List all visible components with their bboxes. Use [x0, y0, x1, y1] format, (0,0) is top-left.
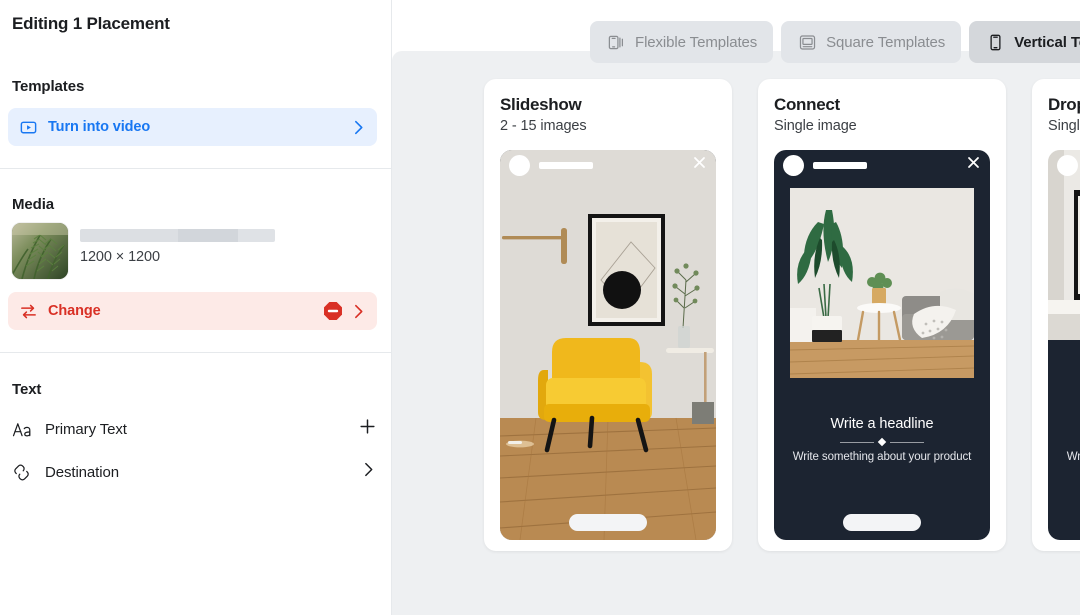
templates-section: Templates Turn into video: [0, 78, 391, 146]
preview-headline: Write a headline: [830, 416, 934, 432]
template-canvas: Flexible Templates Square Templates Vert…: [392, 0, 1080, 615]
close-icon[interactable]: [966, 155, 981, 175]
preview-copy: Write a headline Write something about y…: [774, 416, 990, 463]
turn-into-video-label: Turn into video: [48, 119, 151, 135]
vertical-phone-icon: [985, 32, 1005, 52]
tab-square-templates[interactable]: Square Templates: [781, 21, 962, 63]
page-title: Editing 1 Placement: [12, 14, 170, 33]
preview-body-text: Write something about your product: [792, 451, 972, 463]
text-item-primary-text[interactable]: Primary Text: [0, 409, 391, 449]
stop-error-icon: [322, 300, 344, 322]
decorative-divider: [784, 437, 980, 447]
phone-preview: Write a headline Write something about y…: [1048, 150, 1080, 540]
home-indicator: [569, 514, 647, 531]
card-subtitle: 2 - 15 images: [500, 118, 587, 134]
preview-copy: Write a headline Write something about y…: [1048, 416, 1080, 463]
text-section-label: Text: [12, 381, 42, 398]
phone-preview: [500, 150, 716, 540]
link-chain-icon: [12, 463, 36, 482]
media-name-placeholder: [80, 229, 275, 242]
tab-vertical-templates[interactable]: Vertical Templates: [969, 21, 1080, 63]
text-item-label: Primary Text: [45, 420, 127, 438]
flexible-phone-stack-icon: [606, 32, 626, 52]
phone-preview: Write a headline Write something about y…: [774, 150, 990, 540]
chevron-right-icon: [350, 119, 367, 136]
change-media-label: Change: [48, 303, 101, 319]
square-monitor-icon: [797, 32, 817, 52]
change-media-button[interactable]: Change: [8, 292, 377, 330]
template-card-slideshow[interactable]: Slideshow 2 - 15 images: [484, 79, 732, 551]
divider: [0, 168, 391, 169]
card-title: Dropdown: [1048, 95, 1080, 114]
preview-body-text: Write something about your product: [1066, 451, 1080, 463]
tab-flexible-templates[interactable]: Flexible Templates: [590, 21, 774, 63]
editor-sidebar: Editing 1 Placement Templates Turn into …: [0, 0, 392, 615]
template-card-connect[interactable]: Connect Single image Write a headline Wr…: [758, 79, 1006, 551]
close-icon[interactable]: [692, 155, 707, 175]
advertiser-name-placeholder: [539, 161, 593, 169]
ad-editor-screen: Editing 1 Placement Templates Turn into …: [0, 0, 1080, 615]
templates-section-label: Templates: [12, 78, 85, 95]
card-subtitle: Single image: [1048, 118, 1080, 134]
chevron-right-icon[interactable]: [360, 461, 377, 483]
text-item-label: Destination: [45, 463, 119, 481]
divider: [0, 352, 391, 353]
video-play-icon: [18, 117, 38, 137]
advertiser-name-placeholder: [813, 161, 867, 169]
tab-label: Vertical Templates: [1014, 33, 1080, 51]
turn-into-video-button[interactable]: Turn into video: [8, 108, 377, 146]
media-meta: 1200 × 1200: [80, 223, 379, 265]
phone-top-bar: [774, 150, 990, 180]
preview-headline: Write a headline: [1058, 416, 1080, 432]
text-section: Text Primary Text Destination: [0, 381, 391, 492]
card-subtitle: Single image: [774, 118, 857, 134]
tab-label: Flexible Templates: [635, 33, 758, 51]
preview-image-armchair: [500, 150, 716, 540]
avatar: [1057, 154, 1078, 176]
media-section-label: Media: [12, 196, 55, 213]
media-dimensions: 1200 × 1200: [80, 249, 160, 265]
phone-top-bar: [1048, 150, 1080, 180]
phone-top-bar: [500, 150, 716, 180]
preview-image-plant-sofa: [790, 188, 974, 378]
template-format-tabs: Flexible Templates Square Templates Vert…: [590, 21, 1080, 63]
swap-arrows-icon: [18, 301, 38, 321]
template-card-dropdown[interactable]: Dropdown Single image: [1032, 79, 1080, 551]
template-card-list: Slideshow 2 - 15 images Connect Single i…: [484, 79, 1080, 551]
text-format-icon: [12, 420, 36, 439]
tab-label: Square Templates: [826, 33, 946, 51]
decorative-divider: [1058, 439, 1080, 445]
home-indicator: [843, 514, 921, 531]
avatar: [783, 154, 804, 176]
media-row: 1200 × 1200: [0, 213, 391, 279]
card-title: Slideshow: [500, 95, 582, 114]
media-thumbnail[interactable]: [12, 223, 68, 279]
avatar: [509, 154, 530, 176]
media-section: Media 1200 × 1200 Change: [0, 196, 391, 330]
plus-icon[interactable]: [358, 417, 377, 441]
card-title: Connect: [774, 95, 840, 114]
text-item-destination[interactable]: Destination: [0, 452, 391, 492]
chevron-right-icon: [350, 303, 367, 320]
